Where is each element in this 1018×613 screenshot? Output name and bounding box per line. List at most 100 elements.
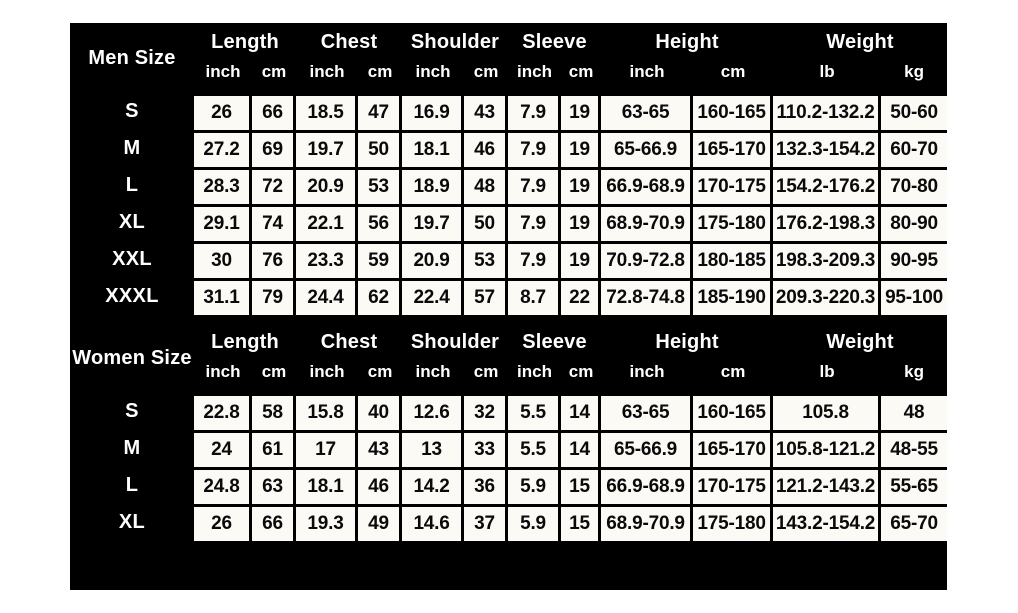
unit-header-chest-cm: cm	[367, 362, 393, 381]
cell-shoulder-cm: 32	[464, 393, 509, 430]
cell-len-inch: 28.3	[194, 167, 252, 204]
table-row: M 24 61 17 43 13 33 5.5 14 65-66.9 165-170 105.8-12…	[70, 430, 947, 467]
unit-header-sleeve-inch: inch	[517, 362, 552, 381]
cell-weight-kg: 60-70	[881, 130, 947, 167]
cell-chest-inch: 19.3	[296, 504, 359, 541]
cell-chest-inch: 18.1	[296, 467, 359, 504]
unit-header-row: inch cm inch cm inch cm inch cm inch cm lb kg	[70, 57, 947, 93]
cell-len-cm: 63	[252, 467, 297, 504]
cell-len-cm: 69	[252, 130, 297, 167]
section-gap-row	[70, 315, 947, 323]
group-header-row: Men Size Length Chest Shoulder Sleeve Height W…	[70, 23, 947, 69]
cell-shoulder-cm: 36	[464, 467, 509, 504]
unit-header-shoulder-cm: cm	[473, 62, 499, 81]
cell-chest-inch: 18.5	[296, 93, 359, 130]
cell-shoulder-inch: 22.4	[402, 278, 465, 315]
cell-chest-inch: 17	[296, 430, 359, 467]
unit-header-weight-lb: lb	[819, 362, 835, 381]
cell-weight-lb: 105.8	[773, 393, 882, 430]
cell-weight-kg: 80-90	[881, 204, 947, 241]
cell-weight-kg: 48	[881, 393, 947, 430]
cell-sleeve-cm: 19	[561, 93, 602, 130]
group-header-height: Height	[655, 330, 719, 353]
unit-header-chest-inch: inch	[309, 362, 345, 381]
cell-weight-lb: 132.3-154.2	[773, 130, 882, 167]
cell-len-inch: 26	[194, 504, 252, 541]
cell-height-cm: 185-190	[693, 278, 774, 315]
cell-len-inch: 27.2	[194, 130, 252, 167]
cell-height-cm: 165-170	[693, 130, 774, 167]
cell-sleeve-cm: 14	[561, 393, 602, 430]
cell-chest-cm: 50	[358, 130, 403, 167]
cell-len-cm: 61	[252, 430, 297, 467]
table-row: S 26 66 18.5 47 16.9 43 7.9 19 63-65 160-165 110.2-…	[70, 93, 947, 130]
size-chart-table: Men Size Length Chest Shoulder Sleeve Height W…	[70, 23, 947, 541]
cell-shoulder-cm: 57	[464, 278, 509, 315]
cell-weight-lb: 209.3-220.3	[773, 278, 882, 315]
cell-height-cm: 160-165	[693, 393, 774, 430]
cell-chest-cm: 53	[358, 167, 403, 204]
unit-header-shoulder-inch: inch	[415, 362, 451, 381]
cell-sleeve-cm: 14	[561, 430, 602, 467]
size-label-men-xxl: XXL	[112, 248, 152, 270]
cell-shoulder-inch: 18.9	[402, 167, 465, 204]
cell-height-inch: 70.9-72.8	[601, 241, 694, 278]
unit-header-len-cm: cm	[261, 62, 287, 81]
cell-height-inch: 63-65	[601, 93, 694, 130]
section-label-men: Men Size	[88, 46, 176, 69]
cell-chest-inch: 22.1	[296, 204, 359, 241]
size-label-women-m: M	[123, 437, 141, 459]
cell-weight-kg: 90-95	[881, 241, 947, 278]
table-row: M 27.2 69 19.7 50 18.1 46 7.9 19 65-66.9 165-170 13…	[70, 130, 947, 167]
unit-header-chest-inch: inch	[309, 62, 345, 81]
cell-sleeve-cm: 15	[561, 467, 602, 504]
size-label-women-xl: XL	[118, 511, 146, 533]
cell-chest-cm: 62	[358, 278, 403, 315]
table-row: XXL 30 76 23.3 59 20.9 53 7.9 19 70.9-72.8 180-185…	[70, 241, 947, 278]
unit-header-height-inch: inch	[629, 62, 665, 81]
unit-header-height-cm: cm	[720, 362, 746, 381]
cell-sleeve-inch: 5.5	[508, 393, 562, 430]
cell-height-cm: 160-165	[693, 93, 774, 130]
cell-height-cm: 180-185	[693, 241, 774, 278]
cell-len-inch: 22.8	[194, 393, 252, 430]
cell-chest-cm: 47	[358, 93, 403, 130]
cell-height-inch: 68.9-70.9	[601, 204, 694, 241]
cell-sleeve-inch: 5.9	[508, 504, 562, 541]
table-row: XL 29.1 74 22.1 56 19.7 50 7.9 19 68.9-70.9 175-18…	[70, 204, 947, 241]
unit-header-chest-cm: cm	[367, 62, 393, 81]
cell-len-cm: 66	[252, 93, 297, 130]
cell-height-inch: 72.8-74.8	[601, 278, 694, 315]
group-header-chest: Chest	[320, 330, 378, 353]
cell-sleeve-inch: 8.7	[508, 278, 562, 315]
cell-height-cm: 175-180	[693, 504, 774, 541]
group-header-shoulder: Shoulder	[410, 330, 500, 353]
cell-weight-lb: 143.2-154.2	[773, 504, 882, 541]
cell-height-cm: 170-175	[693, 167, 774, 204]
cell-shoulder-cm: 43	[464, 93, 509, 130]
cell-len-cm: 79	[252, 278, 297, 315]
cell-weight-kg: 70-80	[881, 167, 947, 204]
cell-shoulder-cm: 46	[464, 130, 509, 167]
cell-len-inch: 24	[194, 430, 252, 467]
unit-header-height-inch: inch	[629, 362, 665, 381]
cell-chest-cm: 40	[358, 393, 403, 430]
cell-len-cm: 66	[252, 504, 297, 541]
unit-header-weight-lb: lb	[819, 62, 835, 81]
cell-len-inch: 31.1	[194, 278, 252, 315]
cell-weight-kg: 48-55	[881, 430, 947, 467]
cell-height-inch: 66.9-68.9	[601, 467, 694, 504]
cell-shoulder-inch: 18.1	[402, 130, 465, 167]
unit-header-height-cm: cm	[720, 62, 746, 81]
group-header-sleeve: Sleeve	[522, 330, 587, 353]
cell-chest-inch: 19.7	[296, 130, 359, 167]
cell-shoulder-inch: 20.9	[402, 241, 465, 278]
cell-shoulder-cm: 53	[464, 241, 509, 278]
unit-header-len-inch: inch	[205, 362, 241, 381]
group-header-sleeve: Sleeve	[522, 30, 587, 53]
cell-weight-lb: 198.3-209.3	[773, 241, 882, 278]
cell-len-inch: 24.8	[194, 467, 252, 504]
cell-sleeve-cm: 19	[561, 204, 602, 241]
cell-shoulder-cm: 50	[464, 204, 509, 241]
cell-sleeve-inch: 5.9	[508, 467, 562, 504]
